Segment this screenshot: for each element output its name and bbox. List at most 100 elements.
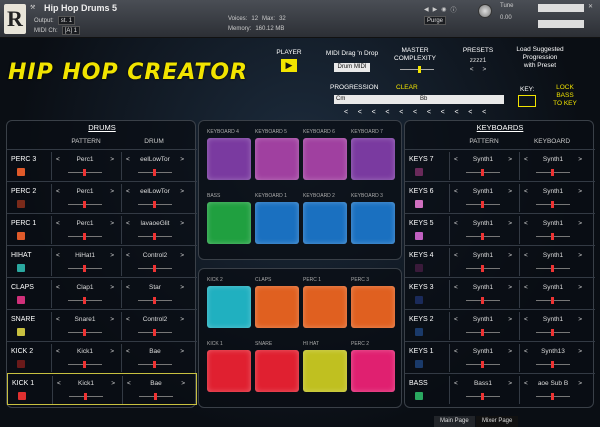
sound-select[interactable]: lavaoeGlit [141,220,170,229]
prev-arrow[interactable]: < [56,348,60,357]
mute-led[interactable] [415,328,423,336]
prev-arrow[interactable]: < [56,252,60,261]
sound-select[interactable]: aoe Sub B [538,380,568,389]
prev-arrow[interactable]: < [454,348,458,357]
mute-led[interactable] [17,232,25,240]
next-arrow[interactable]: > [578,252,582,261]
sound-slider[interactable] [138,297,172,304]
trigger-pad[interactable] [255,286,299,328]
trigger-pad[interactable] [255,202,299,244]
pattern-select[interactable]: Bass1 [474,380,492,389]
prev-arrow[interactable]: < [524,380,528,389]
mute-led[interactable] [415,296,423,304]
trigger-pad[interactable] [207,350,251,392]
sound-slider[interactable] [536,201,570,208]
prev-arrow[interactable]: < [454,380,458,389]
pattern-select[interactable]: Kick1 [77,348,93,357]
next-arrow[interactable]: > [110,316,114,325]
mute-led[interactable] [17,328,25,336]
next-arrow[interactable]: > [508,220,512,229]
prev-arrow[interactable]: < [524,316,528,325]
next-arrow[interactable]: > [508,188,512,197]
pattern-select[interactable]: Synth1 [473,284,493,293]
trigger-pad[interactable] [207,202,251,244]
prev-arrow[interactable]: < [57,380,61,389]
trigger-pad[interactable] [303,138,347,180]
purge-button[interactable]: Purge [424,16,447,25]
clear-button[interactable]: CLEAR [396,84,418,92]
next-arrow[interactable]: > [110,156,114,165]
pattern-slider[interactable] [68,265,102,272]
pattern-slider[interactable] [466,393,500,400]
prev-arrow[interactable]: < [56,156,60,165]
trigger-pad[interactable] [351,286,395,328]
next-arrow[interactable]: > [110,220,114,229]
next-arrow[interactable]: > [508,348,512,357]
prev-arrow[interactable]: < [126,316,130,325]
pattern-slider[interactable] [466,169,500,176]
prev-arrow[interactable]: < [126,220,130,229]
next-arrow[interactable]: > [508,252,512,261]
sound-slider[interactable] [138,329,172,336]
pattern-select[interactable]: Synth1 [473,252,493,261]
trigger-pad[interactable] [351,202,395,244]
prev-arrow[interactable]: < [454,284,458,293]
sound-select[interactable]: Synth1 [543,220,563,229]
progression-bar[interactable]: Cm Bb [334,95,504,104]
sound-slider[interactable] [536,169,570,176]
lock-bass-button[interactable]: LOCK BASS TO KEY [550,84,580,108]
sound-slider[interactable] [536,361,570,368]
preset-arrows[interactable]: < > [463,66,493,74]
next-arrow[interactable]: > [111,380,115,389]
prev-arrow[interactable]: < [454,188,458,197]
key-select[interactable] [518,95,536,107]
main-page-tab[interactable]: Main Page [434,416,475,427]
sound-select[interactable]: Control2 [143,316,168,325]
next-arrow[interactable]: > [181,380,185,389]
pattern-select[interactable]: Perc1 [77,156,94,165]
next-arrow[interactable]: > [110,252,114,261]
trigger-pad[interactable] [207,138,251,180]
pattern-slider[interactable] [466,361,500,368]
next-arrow[interactable]: > [180,284,184,293]
prev-arrow[interactable]: < [454,220,458,229]
sound-select[interactable]: Bae [149,348,161,357]
mute-led[interactable] [415,200,423,208]
next-arrow[interactable]: > [578,220,582,229]
pattern-select[interactable]: Perc1 [77,220,94,229]
drum-midi-button[interactable]: Drum MIDI [334,63,370,72]
next-arrow[interactable]: > [578,284,582,293]
next-arrow[interactable]: > [578,316,582,325]
prev-icon[interactable]: ◀ [424,6,429,13]
mute-led[interactable] [415,360,423,368]
prev-arrow[interactable]: < [126,188,130,197]
pattern-slider[interactable] [68,233,102,240]
sound-slider[interactable] [138,265,172,272]
chord-1[interactable]: Cm [336,96,345,102]
pattern-select[interactable]: Synth1 [473,316,493,325]
pattern-slider[interactable] [68,201,102,208]
next-arrow[interactable]: > [180,156,184,165]
next-arrow[interactable]: > [110,284,114,293]
sound-slider[interactable] [536,393,570,400]
sound-slider[interactable] [138,233,172,240]
tune-knob[interactable] [478,4,492,18]
next-arrow[interactable]: > [578,188,582,197]
tools-icon[interactable]: ⚒ [30,4,35,11]
prev-arrow[interactable]: < [126,284,130,293]
next-arrow[interactable]: > [508,156,512,165]
progression-arrows[interactable]: < < < < < < < < < < < [344,109,486,116]
chord-2[interactable]: Bb [420,95,427,104]
pattern-slider[interactable] [68,297,102,304]
prev-arrow[interactable]: < [126,348,130,357]
trigger-pad[interactable] [207,286,251,328]
prev-arrow[interactable]: < [56,188,60,197]
pattern-select[interactable]: Synth1 [473,348,493,357]
prev-arrow[interactable]: < [524,220,528,229]
trigger-pad[interactable] [303,286,347,328]
sound-select[interactable]: Synth1 [543,188,563,197]
camera-icon[interactable]: ◉ [441,6,446,13]
close-icon[interactable]: ✕ [588,3,593,10]
mute-led[interactable] [17,168,25,176]
info-icon[interactable]: ⓘ [451,5,457,14]
